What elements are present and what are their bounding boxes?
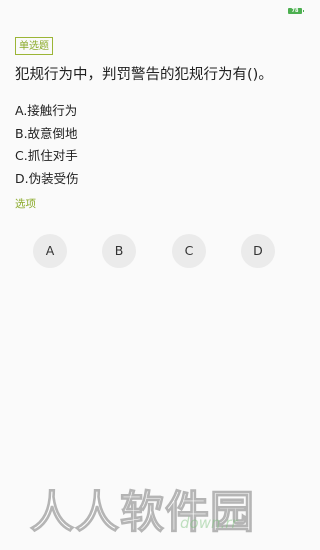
watermark: 人人软件园 down.rr [29,484,300,542]
option-item-b: B.故意倒地 [15,125,78,141]
option-item-a: A.接触行为 [15,103,78,118]
option-item-c: C.抓住对手 [15,148,78,163]
battery-icon: 78 [288,8,304,14]
answer-button-d[interactable]: D [241,234,275,268]
option-item-d: D.伪装受伤 [15,170,79,186]
status-bar: 78 [0,0,309,22]
answer-button-row: A B C D [0,234,309,268]
answer-button-b[interactable]: B [102,234,136,268]
answer-section-label: 选项 [15,198,36,210]
question-text: 犯规行为中，判罚警告的犯规行为有()。 [15,67,273,83]
answer-button-a[interactable]: A [33,234,67,268]
answer-button-c[interactable]: C [172,234,206,268]
question-type-badge: 单选题 [15,37,53,55]
watermark-text: 人人软件园 [29,486,255,538]
watermark-subtext: down.rr [180,514,238,532]
option-list: A.接触行为 B.故意倒地 C.抓住对手 D.伪装受伤 [15,100,79,190]
